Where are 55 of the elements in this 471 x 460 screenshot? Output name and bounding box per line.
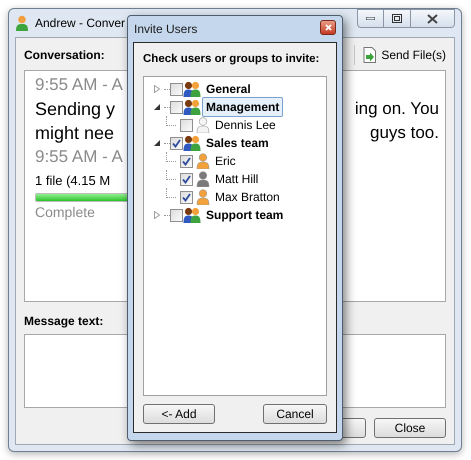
message-text: ing on. You [354, 98, 439, 120]
cancel-button[interactable]: Cancel [263, 404, 327, 424]
message-text: might nee [35, 122, 116, 145]
prompt-label: Check users or groups to invite: [143, 52, 320, 67]
tree-user-item[interactable]: Dennis Lee [215, 116, 276, 134]
checkbox[interactable] [180, 118, 193, 132]
checkbox[interactable] [170, 136, 183, 150]
person-icon [196, 189, 210, 206]
maximize-button[interactable] [384, 9, 410, 28]
timestamp: 9:55 AM - A [35, 146, 124, 168]
collapse-icon[interactable] [154, 103, 161, 112]
expand-icon[interactable] [154, 211, 161, 220]
close-button[interactable] [410, 9, 455, 28]
timestamp: 9:55 AM - A [35, 74, 124, 96]
add-button[interactable]: <- Add [143, 404, 215, 424]
people-icon [183, 81, 201, 98]
close-icon [427, 14, 438, 24]
tree-group-item[interactable]: Support team [202, 205, 288, 226]
send-files-button[interactable]: Send File(s) [354, 45, 446, 65]
expand-icon[interactable] [154, 85, 161, 94]
conversation-label: Conversation: [24, 47, 105, 64]
people-icon [183, 135, 201, 152]
tree-user-item[interactable]: Matt Hill [215, 170, 258, 188]
tree-group-item[interactable]: Management [202, 97, 284, 118]
checkbox[interactable] [180, 190, 193, 204]
status-text: Complete [35, 203, 96, 222]
close-button[interactable]: Close [374, 418, 446, 438]
tree-user-item[interactable]: Max Bratton [215, 188, 280, 206]
document-arrow-icon [363, 47, 378, 63]
people-icon [183, 99, 201, 116]
checkbox[interactable] [180, 154, 193, 168]
person-icon [196, 153, 210, 170]
message-text: Sending y [35, 98, 116, 121]
minimize-button[interactable] [357, 9, 384, 28]
checkbox[interactable] [180, 172, 193, 186]
people-icon [183, 207, 201, 224]
tree-group-item[interactable]: Sales team [202, 133, 273, 154]
collapse-icon[interactable] [154, 139, 161, 148]
person-icon [15, 15, 29, 31]
window-title: Andrew - Conver [35, 15, 126, 32]
checkbox[interactable] [170, 82, 183, 96]
checkbox[interactable] [170, 100, 183, 114]
message-label: Message text: [24, 313, 104, 330]
file-info-text: 1 file (4.15 M [35, 172, 112, 190]
person-icon [196, 117, 210, 134]
tree-group-item[interactable]: General [202, 79, 255, 100]
minimize-icon [366, 17, 375, 20]
checkbox[interactable] [170, 208, 183, 222]
message-text: guys too. [370, 122, 439, 144]
tree-user-item[interactable]: Eric [215, 152, 236, 170]
close-button[interactable] [320, 20, 336, 35]
person-icon [196, 171, 210, 188]
maximize-icon [392, 14, 402, 23]
dialog-title: Invite Users [134, 21, 198, 38]
close-icon [324, 24, 332, 31]
